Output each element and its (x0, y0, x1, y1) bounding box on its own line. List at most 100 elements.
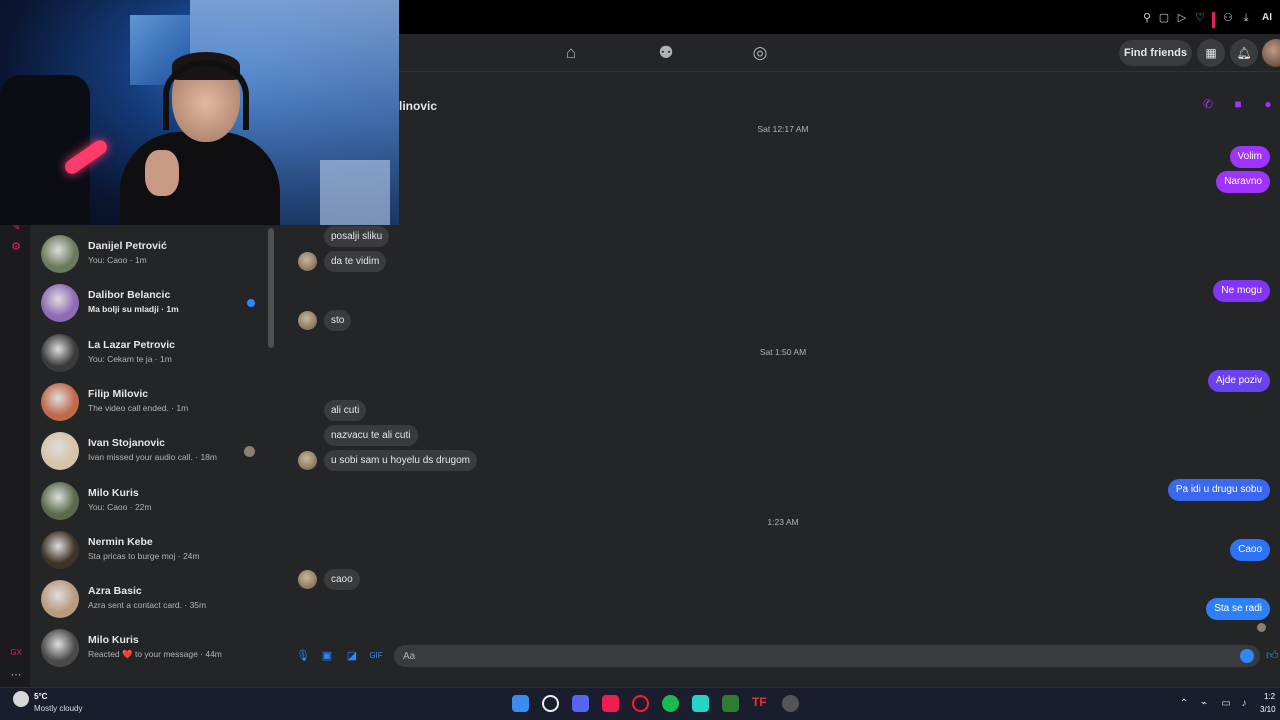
chat-avatar (41, 530, 79, 569)
chat-list-item[interactable]: Milo Kuris You: Caoo · 22m (38, 478, 268, 524)
search-icon[interactable] (542, 695, 559, 712)
menu-grid-icon[interactable]: ▦ (1197, 39, 1225, 67)
chat-preview: You: Caoo · 22m (88, 501, 152, 512)
chat-list-item[interactable]: Azra Basic Azra sent a contact card. · 35… (38, 576, 268, 622)
pin-icon[interactable]: ⚲ (1140, 11, 1154, 25)
chat-list-item[interactable]: Dalibor Belancic Ma bolji su mladji · 1m (38, 280, 268, 326)
chat-preview: The video call ended. · 1m (88, 402, 189, 413)
seen-avatar (244, 446, 255, 458)
ai-extension-label[interactable]: AI (1262, 12, 1272, 23)
chat-name: Nermin Kebe (88, 535, 153, 548)
settings-icon[interactable]: ⚙ (9, 240, 23, 254)
message-input[interactable] (394, 645, 1260, 667)
phone-icon[interactable]: ✆ (1200, 97, 1216, 113)
emoji-icon[interactable] (1240, 649, 1254, 663)
app-icon[interactable] (692, 695, 709, 712)
incoming-message[interactable]: posalji sliku (324, 226, 390, 247)
mic-icon[interactable]: 🎙︎ (296, 649, 310, 663)
chat-preview: Sta pricas to burge moj · 24m (88, 550, 200, 561)
chat-avatar (41, 284, 79, 323)
taskbar-time[interactable]: 1:2 (1264, 692, 1275, 701)
webcam-person-body (120, 132, 280, 225)
sender-avatar[interactable] (298, 451, 317, 470)
conversation-name[interactable]: linovic (399, 99, 437, 113)
chat-list-scrollbar[interactable] (268, 228, 274, 348)
outgoing-message[interactable]: Caoo (1230, 539, 1270, 561)
incoming-message[interactable]: u sobi sam u hoyelu ds drugom (324, 450, 477, 471)
chat-list-item[interactable]: La Lazar Petrovic You: Cekam te ja · 1m (38, 330, 268, 376)
find-friends-button[interactable]: Find friends (1119, 40, 1192, 66)
chat-avatar (41, 629, 79, 668)
incoming-message[interactable]: sto (324, 310, 352, 331)
outgoing-message[interactable]: Pa idi u drugu sobu (1167, 479, 1270, 501)
tray-chevron-icon[interactable]: ⌃ (1178, 698, 1190, 710)
chat-avatar (41, 580, 79, 619)
opera-gx-icon[interactable] (632, 695, 649, 712)
like-icon[interactable]: 👍︎ (1266, 648, 1280, 662)
chat-list: Danijel Petrović You: Caoo · 1m Dalibor Be… (30, 225, 276, 687)
chat-name: Milo Kuris (88, 634, 139, 647)
chat-name: La Lazar Petrovic (88, 338, 175, 351)
chat-preview: Reacted ❤️ to your message · 44m (88, 649, 222, 660)
chat-list-item[interactable]: Nermin Kebe Sta pricas to burge moj · 24m (38, 527, 268, 573)
outgoing-message[interactable]: Ajde poziv (1207, 370, 1270, 392)
taskbar-date[interactable]: 3/10 (1260, 705, 1276, 714)
tiktok-icon[interactable] (602, 695, 619, 712)
chat-list-item[interactable]: Ivan Stojanovic Ivan missed your audio ca… (38, 428, 268, 474)
home-icon[interactable]: ⌂ (560, 42, 582, 64)
download-icon[interactable]: ⤓ (1239, 11, 1253, 25)
incoming-message[interactable]: ali cuti (324, 400, 367, 421)
more-icon[interactable]: ⋯ (9, 668, 23, 682)
chat-list-item[interactable]: Danijel Petrović You: Caoo · 1m (38, 231, 268, 277)
chat-list-item[interactable]: Filip Milovic The video call ended. · 1m (38, 379, 268, 425)
notifications-bell-icon[interactable]: 🔔︎ (1230, 39, 1258, 67)
info-icon[interactable]: ● (1260, 97, 1276, 113)
outgoing-message[interactable]: Volim (1229, 146, 1270, 168)
weather-cloud-icon[interactable] (13, 691, 29, 707)
tray-network-icon[interactable]: ⌁ (1198, 698, 1210, 710)
terminal-icon[interactable] (722, 695, 739, 712)
gif-icon[interactable]: GIF (369, 649, 383, 663)
gx-icon[interactable]: GX (9, 648, 23, 662)
friends-icon[interactable]: ⚉ (655, 42, 677, 64)
discord-icon[interactable] (572, 695, 589, 712)
weather-description[interactable]: Mostly cloudy (34, 704, 82, 713)
chrome-icon[interactable] (782, 695, 799, 712)
chat-list-item[interactable]: Milo Kuris Reacted ❤️ to your message · 4… (38, 625, 268, 671)
outgoing-message[interactable]: Ne mogu (1213, 280, 1270, 302)
incoming-message[interactable]: caoo (324, 569, 360, 590)
person-icon[interactable]: ⚇ (1221, 11, 1235, 25)
video-icon[interactable]: ■ (1230, 97, 1246, 113)
window-icon[interactable]: ▢ (1157, 11, 1171, 25)
sticker-icon[interactable]: ◪ (345, 649, 359, 663)
sender-avatar[interactable] (298, 570, 317, 589)
tray-display-icon[interactable]: ▭ (1220, 698, 1232, 710)
webcam-hand (145, 150, 179, 196)
chat-preview: You: Caoo · 1m (88, 255, 147, 265)
record-indicator (1212, 12, 1215, 28)
heart-icon[interactable]: ♡ (1193, 11, 1207, 25)
chat-name: Milo Kuris (88, 486, 139, 499)
groups-icon[interactable]: ◎ (749, 42, 771, 64)
profile-avatar[interactable] (1262, 39, 1280, 67)
start-icon[interactable] (512, 695, 529, 712)
play-icon[interactable]: ▷ (1175, 11, 1189, 25)
spotify-icon[interactable] (662, 695, 679, 712)
chat-avatar (41, 382, 79, 421)
outgoing-message[interactable]: Naravno (1216, 171, 1270, 193)
unread-dot (247, 299, 255, 308)
image-icon[interactable]: ▣ (320, 649, 334, 663)
chat-name: Filip Milovic (88, 387, 149, 400)
tray-volume-icon[interactable]: ♪ (1238, 698, 1250, 710)
chat-name: Dalibor Belancic (88, 289, 171, 302)
tf-icon[interactable]: TF (752, 695, 769, 712)
conversation-panel (276, 72, 1280, 687)
incoming-message[interactable]: nazvacu te ali cuti (324, 425, 418, 446)
outgoing-message[interactable]: Sta se radi (1206, 598, 1270, 620)
weather-temp[interactable]: 5°C (34, 692, 47, 701)
incoming-message[interactable]: da te vidim (324, 251, 387, 272)
sender-avatar[interactable] (298, 311, 317, 330)
chat-preview: Ma bolji su mladji · 1m (88, 304, 179, 315)
webcam-desk (320, 160, 390, 225)
sender-avatar[interactable] (298, 252, 317, 271)
